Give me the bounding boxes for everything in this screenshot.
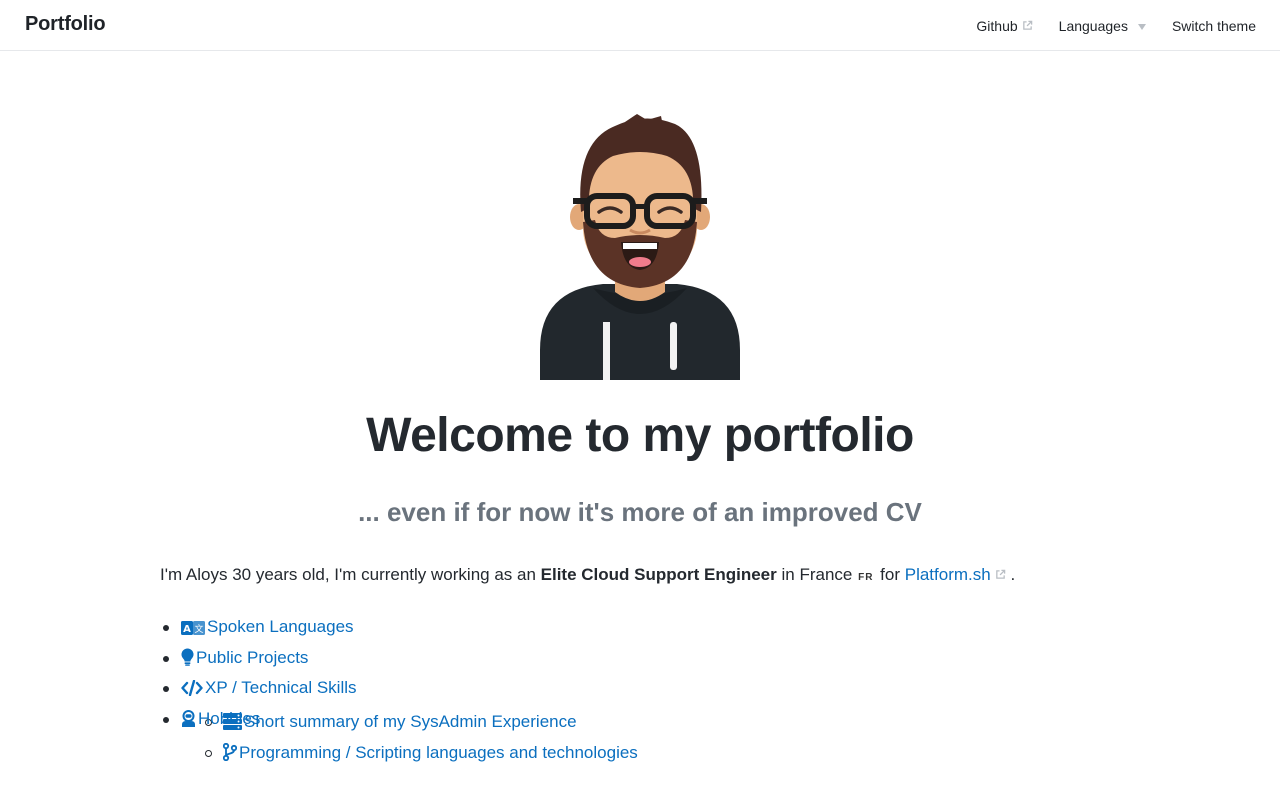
lightbulb-icon xyxy=(181,646,194,677)
nav-languages-label: Languages xyxy=(1058,17,1128,34)
nav-languages-dropdown[interactable]: Languages xyxy=(1059,18,1146,34)
intro-suffix: . xyxy=(1005,565,1016,584)
table-of-contents-cont: Hobbies xyxy=(160,704,1120,735)
code-icon xyxy=(181,676,203,707)
top-navbar: Portfolio Github Languages Switch theme xyxy=(0,0,1280,51)
chevron-down-icon xyxy=(1137,23,1146,30)
toc-xp-label: XP / Technical Skills xyxy=(205,678,357,698)
nav-github-link[interactable]: Github xyxy=(976,18,1032,34)
list-item: Public Projects xyxy=(160,643,1120,674)
toc-spoken-languages-label: Spoken Languages xyxy=(207,617,354,636)
page-title: Welcome to my portfolio xyxy=(366,409,914,462)
svg-text:文: 文 xyxy=(194,623,203,635)
list-item: XP / Technical Skills Short summary of m… xyxy=(160,673,1120,762)
language-icon: A文 xyxy=(181,615,205,646)
intro-role: Elite Cloud Support Engineer xyxy=(540,565,777,584)
main-content: I'm Aloys 30 years old, I'm currently wo… xyxy=(160,563,1120,762)
table-of-contents: A文 Spoken Languages Public Projects XP /… xyxy=(160,612,1120,762)
external-link-icon xyxy=(1022,18,1033,34)
nav-github-label: Github xyxy=(976,17,1018,34)
page-subtitle: ... even if for now it's more of an impr… xyxy=(358,497,922,527)
intro-for: for xyxy=(875,565,905,584)
platformsh-link[interactable]: Platform.sh xyxy=(905,565,1006,584)
intro-prefix: I'm Aloys 30 years old, I'm currently wo… xyxy=(160,565,541,584)
list-item: A文 Spoken Languages xyxy=(160,612,1120,643)
toc-spoken-languages-link[interactable]: A文 Spoken Languages xyxy=(181,617,354,636)
toc-xp-link[interactable]: XP / Technical Skills xyxy=(181,678,357,697)
toc-programming-label: Programming / Scripting languages and te… xyxy=(239,742,638,762)
intro-location: in France xyxy=(776,565,853,584)
list-item: Programming / Scripting languages and te… xyxy=(181,738,1120,769)
toc-public-projects-link[interactable]: Public Projects xyxy=(181,648,308,667)
toc-public-projects-label: Public Projects xyxy=(196,647,309,667)
user-astronaut-icon xyxy=(181,707,196,738)
nav-menu: Github Languages Switch theme xyxy=(950,0,1256,51)
svg-text:A: A xyxy=(183,624,191,635)
switch-theme-label: Switch theme xyxy=(1171,17,1256,34)
intro-paragraph: I'm Aloys 30 years old, I'm currently wo… xyxy=(160,563,1120,590)
code-branch-icon xyxy=(222,741,238,772)
external-link-icon xyxy=(995,563,1006,587)
list-item: Hobbies xyxy=(160,704,1120,735)
brand-link[interactable]: Portfolio xyxy=(25,13,106,36)
platformsh-label: Platform.sh xyxy=(904,565,991,584)
flag-fr: FR xyxy=(858,572,874,583)
switch-theme-button[interactable]: Switch theme xyxy=(1172,18,1256,34)
toc-programming-link[interactable]: Programming / Scripting languages and te… xyxy=(222,742,638,762)
toc-hobbies-label: Hobbies xyxy=(198,709,261,729)
toc-hobbies-link[interactable]: Hobbies xyxy=(181,709,260,728)
avatar-illustration xyxy=(535,112,745,380)
